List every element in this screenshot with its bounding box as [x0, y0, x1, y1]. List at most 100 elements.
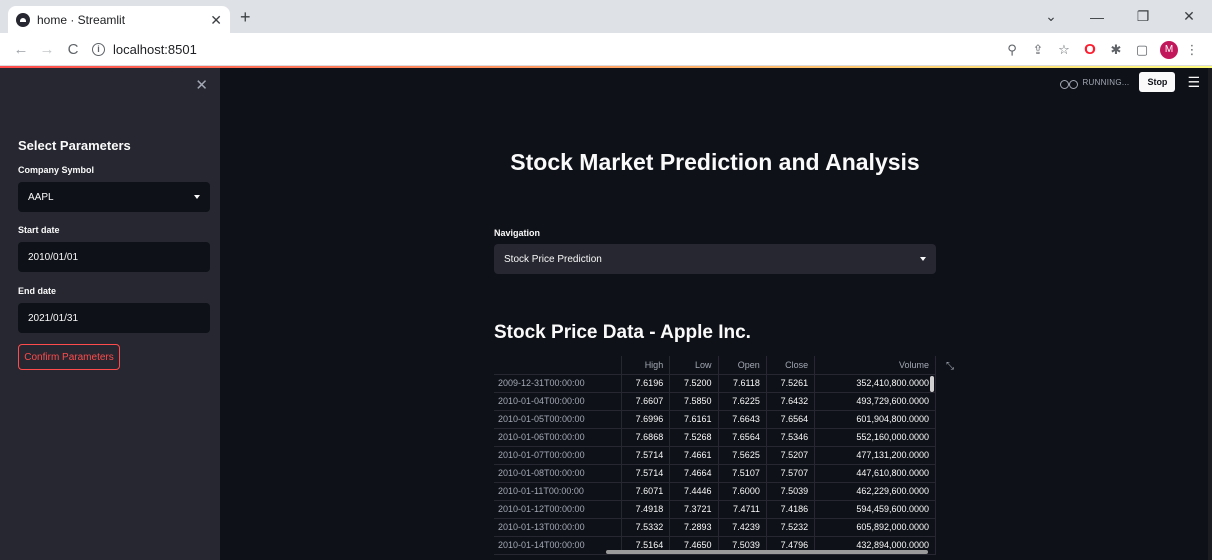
table-cell[interactable]: 462,229,600.0000: [814, 482, 936, 501]
company-symbol-select[interactable]: AAPL: [18, 182, 210, 212]
table-cell[interactable]: 7.4918: [621, 500, 671, 519]
table-cell[interactable]: 7.4446: [669, 482, 719, 501]
table-cell[interactable]: 7.6118: [718, 374, 767, 393]
start-date-input[interactable]: 2010/01/01: [18, 242, 210, 272]
running-status-text: RUNNING...: [1082, 77, 1130, 87]
browser-menu-icon[interactable]: ⋮: [1180, 42, 1204, 58]
column-header-open[interactable]: Open: [718, 356, 767, 375]
table-cell[interactable]: 7.5268: [669, 428, 719, 447]
site-info-icon[interactable]: i: [92, 42, 105, 56]
confirm-parameters-button[interactable]: Confirm Parameters: [18, 344, 120, 370]
table-cell[interactable]: 447,610,800.0000: [814, 464, 936, 483]
table-cell[interactable]: 7.5714: [621, 464, 671, 483]
side-panel-icon[interactable]: ▢: [1130, 42, 1154, 58]
row-index-cell[interactable]: 2010-01-06T00:00:00: [494, 428, 622, 447]
sidebar-close-icon[interactable]: ✕: [195, 76, 208, 94]
streamlit-favicon-icon: [16, 12, 30, 27]
restore-icon[interactable]: ❐: [1120, 8, 1166, 25]
row-index-cell[interactable]: 2010-01-07T00:00:00: [494, 446, 622, 465]
share-icon[interactable]: ⇪: [1026, 42, 1050, 58]
stock-data-table[interactable]: High Low Open Close Volume 2009-12-31T00…: [494, 356, 936, 556]
table-cell[interactable]: 352,410,800.0000: [814, 374, 936, 393]
table-horizontal-scrollbar[interactable]: [606, 550, 928, 554]
new-tab-icon[interactable]: +: [240, 7, 251, 27]
table-cell[interactable]: 7.4664: [669, 464, 719, 483]
row-index-cell[interactable]: 2010-01-11T00:00:00: [494, 482, 622, 501]
table-cell[interactable]: 493,729,600.0000: [814, 392, 936, 411]
table-cell[interactable]: 7.2893: [669, 518, 719, 537]
table-cell[interactable]: 7.6000: [718, 482, 767, 501]
forward-icon[interactable]: →: [34, 41, 60, 58]
table-cell[interactable]: 601,904,800.0000: [814, 410, 936, 429]
table-cell[interactable]: 7.5850: [669, 392, 719, 411]
row-index-cell[interactable]: 2009-12-31T00:00:00: [494, 374, 622, 393]
table-cell[interactable]: 594,459,600.0000: [814, 500, 936, 519]
table-cell[interactable]: 7.6161: [669, 410, 719, 429]
row-index-cell[interactable]: 2010-01-04T00:00:00: [494, 392, 622, 411]
opera-extension-icon[interactable]: O: [1078, 41, 1102, 58]
table-cell[interactable]: 7.6071: [621, 482, 671, 501]
row-index-cell[interactable]: 2010-01-12T00:00:00: [494, 500, 622, 519]
navigation-select[interactable]: Stock Price Prediction: [494, 244, 936, 274]
bookmark-star-icon[interactable]: ☆: [1052, 42, 1076, 58]
table-cell[interactable]: 7.5200: [669, 374, 719, 393]
table-cell[interactable]: 7.4186: [766, 500, 816, 519]
window-close-icon[interactable]: ✕: [1166, 8, 1212, 25]
table-cell[interactable]: 7.5107: [718, 464, 767, 483]
table-cell[interactable]: 7.6996: [621, 410, 671, 429]
column-header-high[interactable]: High: [621, 356, 671, 375]
window-controls: ⌄ — ❐ ✕: [1028, 0, 1212, 33]
column-header-close[interactable]: Close: [766, 356, 816, 375]
stop-button[interactable]: Stop: [1139, 72, 1176, 92]
back-icon[interactable]: ←: [8, 41, 34, 58]
table-cell[interactable]: 7.5232: [766, 518, 816, 537]
row-index-cell[interactable]: 2010-01-14T00:00:00: [494, 536, 622, 555]
table-cell[interactable]: 605,892,000.0000: [814, 518, 936, 537]
table-row: 2010-01-05T00:00:00 7.6996 7.6161 7.6643 7.6…: [494, 410, 936, 429]
navigation-label: Navigation: [494, 228, 541, 238]
table-cell[interactable]: 552,160,000.0000: [814, 428, 936, 447]
table-cell[interactable]: 7.5714: [621, 446, 671, 465]
url-field[interactable]: i localhost:8501: [92, 42, 197, 57]
table-cell[interactable]: 7.4661: [669, 446, 719, 465]
table-cell[interactable]: 7.5332: [621, 518, 671, 537]
close-tab-icon[interactable]: ✕: [210, 13, 222, 27]
profile-avatar[interactable]: M: [1160, 40, 1178, 59]
page-scrollbar[interactable]: [1208, 68, 1212, 560]
extensions-puzzle-icon[interactable]: ✱: [1104, 42, 1128, 58]
browser-tab[interactable]: home · Streamlit ✕: [8, 6, 230, 33]
table-cell[interactable]: 477,131,200.0000: [814, 446, 936, 465]
tab-title: home · Streamlit: [37, 12, 126, 27]
table-cell[interactable]: 7.4711: [718, 500, 767, 519]
row-index-cell[interactable]: 2010-01-05T00:00:00: [494, 410, 622, 429]
sidebar-title: Select Parameters: [18, 138, 131, 153]
reload-icon[interactable]: C: [60, 41, 86, 58]
table-cell[interactable]: 7.6225: [718, 392, 767, 411]
minimize-icon[interactable]: —: [1074, 9, 1120, 25]
table-cell[interactable]: 7.6868: [621, 428, 671, 447]
table-vertical-scrollbar[interactable]: [930, 376, 934, 392]
table-cell[interactable]: 7.6196: [621, 374, 671, 393]
table-cell[interactable]: 7.6643: [718, 410, 767, 429]
table-cell[interactable]: 7.5625: [718, 446, 767, 465]
table-cell[interactable]: 7.6607: [621, 392, 671, 411]
column-header-low[interactable]: Low: [669, 356, 719, 375]
hamburger-menu-icon[interactable]: ☰: [1187, 74, 1200, 91]
zoom-icon[interactable]: ⚲: [1000, 42, 1024, 58]
table-cell[interactable]: 7.5207: [766, 446, 816, 465]
table-cell[interactable]: 7.5039: [766, 482, 816, 501]
end-date-input[interactable]: 2021/01/31: [18, 303, 210, 333]
row-index-cell[interactable]: 2010-01-13T00:00:00: [494, 518, 622, 537]
column-header-volume[interactable]: Volume: [814, 356, 936, 375]
tab-search-icon[interactable]: ⌄: [1028, 8, 1074, 25]
table-cell[interactable]: 7.3721: [669, 500, 719, 519]
table-cell[interactable]: 7.5707: [766, 464, 816, 483]
table-cell[interactable]: 7.6564: [766, 410, 816, 429]
table-cell[interactable]: 7.6564: [718, 428, 767, 447]
row-index-cell[interactable]: 2010-01-08T00:00:00: [494, 464, 622, 483]
table-cell[interactable]: 7.6432: [766, 392, 816, 411]
fullscreen-expand-icon[interactable]: ⤡: [946, 361, 954, 372]
table-cell[interactable]: 7.5346: [766, 428, 816, 447]
table-cell[interactable]: 7.4239: [718, 518, 767, 537]
table-cell[interactable]: 7.5261: [766, 374, 816, 393]
